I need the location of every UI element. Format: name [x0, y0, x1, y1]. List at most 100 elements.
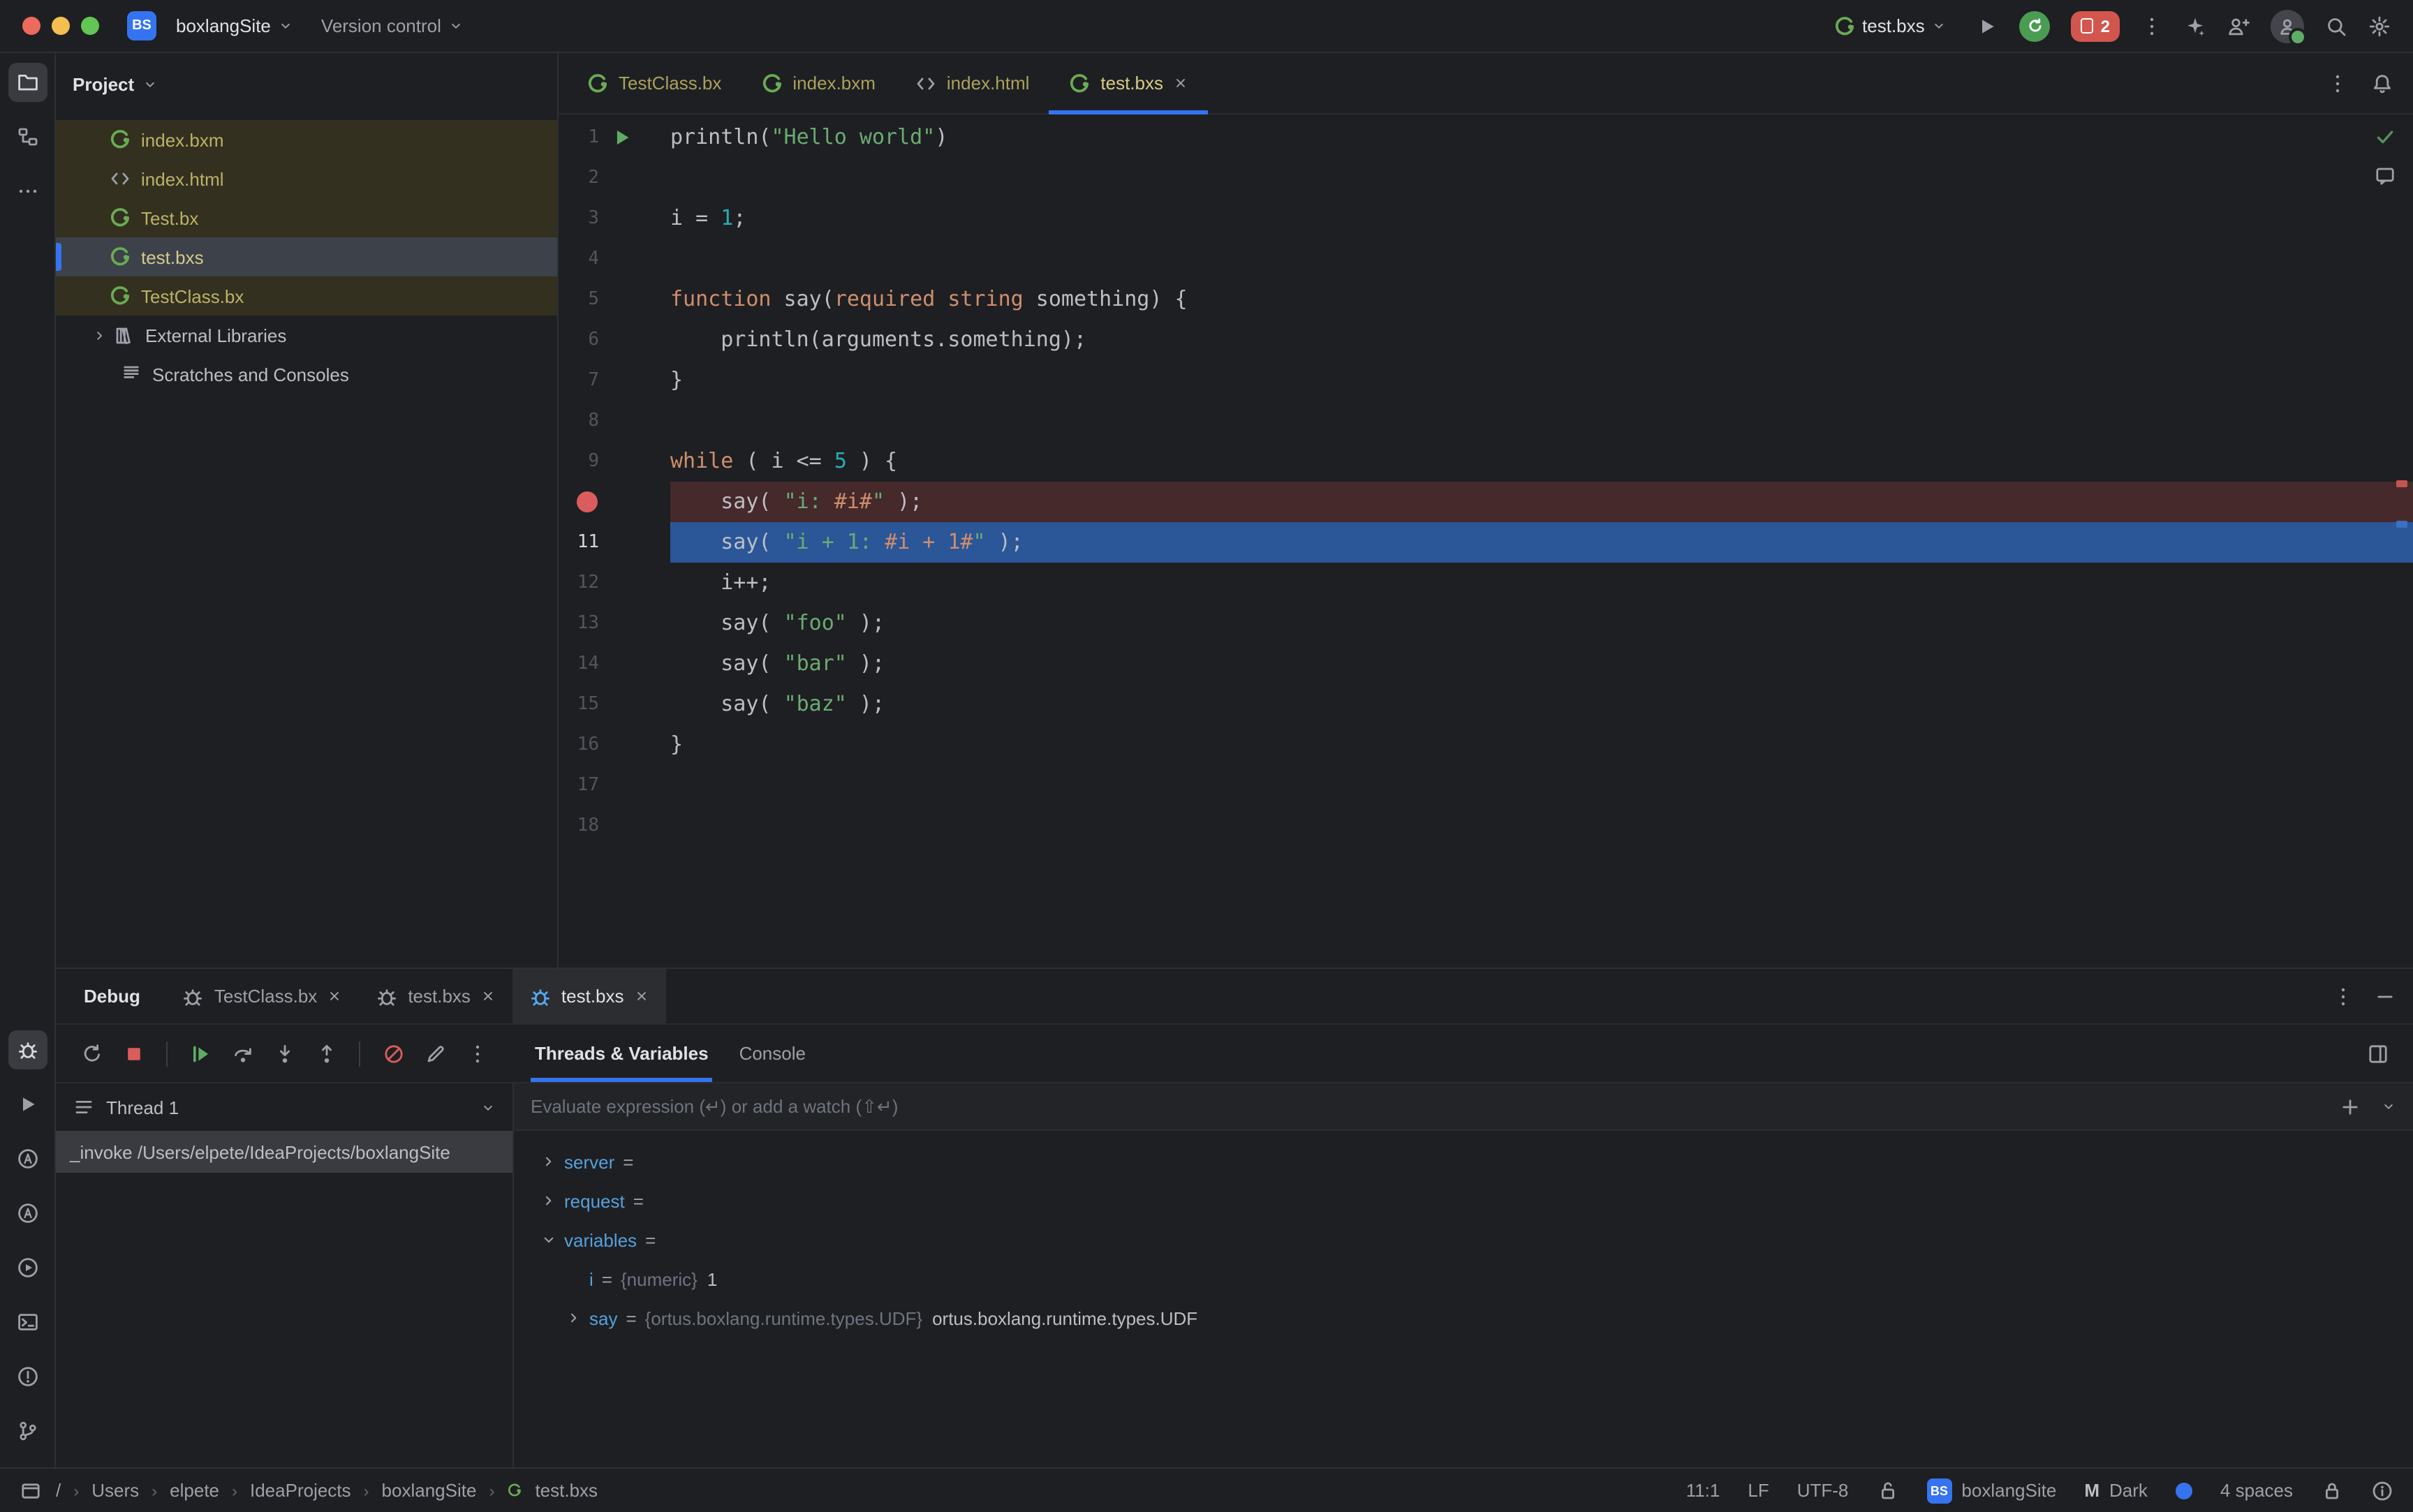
variable-row-variables[interactable]: variables=	[514, 1220, 2413, 1259]
tool-debug-button[interactable]	[8, 1030, 47, 1069]
code-line-15[interactable]: 15 say( "baz" );	[559, 684, 2413, 725]
window-icon[interactable]	[20, 1479, 42, 1502]
debug-tab-TestClass.bx[interactable]: TestClass.bx	[165, 969, 359, 1023]
vcs-menu-button[interactable]: Version control	[313, 10, 472, 42]
run-line-icon[interactable]	[612, 127, 633, 148]
code-line-4[interactable]: 4	[559, 239, 2413, 279]
variable-row-say[interactable]: say={ortus.boxlang.runtime.types.UDF}ort…	[514, 1298, 2413, 1337]
project-item-Test.bx[interactable]: Test.bx	[56, 198, 557, 237]
code-line-13[interactable]: 13 say( "foo" );	[559, 603, 2413, 644]
resume-button[interactable]	[182, 1035, 219, 1072]
tool-more-button[interactable]	[8, 172, 47, 211]
debug-tab-test.bxs[interactable]: test.bxs	[512, 969, 666, 1023]
inspections-ok-icon[interactable]	[2374, 126, 2396, 148]
editor-tab-test.bxs[interactable]: test.bxs	[1049, 53, 1208, 113]
breadcrumb-item[interactable]: /	[56, 1480, 61, 1501]
gutter[interactable]: 13	[559, 603, 670, 644]
breadcrumb-item[interactable]: Users	[91, 1480, 139, 1501]
gutter[interactable]: 18	[559, 806, 670, 846]
tool-run-button[interactable]	[8, 1085, 47, 1124]
chevron-down-icon[interactable]	[2381, 1099, 2396, 1114]
code-line-3[interactable]: 3i = 1;	[559, 198, 2413, 239]
view-tab-threads-variables[interactable]: Threads & Variables	[519, 1025, 724, 1082]
tool-plugin-a-button[interactable]	[8, 1139, 47, 1178]
close-window-button[interactable]	[22, 17, 40, 35]
tool-structure-button[interactable]	[8, 117, 47, 156]
code-line-8[interactable]: 8	[559, 401, 2413, 441]
code-editor[interactable]: 1println("Hello world")23i = 1;45functio…	[559, 114, 2413, 968]
gutter[interactable]: 8	[559, 401, 670, 441]
add-watch-icon[interactable]	[2339, 1095, 2361, 1118]
gutter[interactable]: 14	[559, 644, 670, 684]
code-line-1[interactable]: 1println("Hello world")	[559, 117, 2413, 158]
project-item-external-libraries[interactable]: External Libraries	[56, 316, 557, 355]
tool-plugin-a2-button[interactable]	[8, 1194, 47, 1233]
breakpoint-icon[interactable]	[577, 491, 598, 512]
editor-tab-index.bxm[interactable]: index.bxm	[741, 53, 895, 113]
tool-problems-button[interactable]	[8, 1357, 47, 1396]
gutter[interactable]	[559, 482, 670, 522]
notifications-icon[interactable]	[2371, 1479, 2393, 1502]
breadcrumb-item[interactable]: test.bxs	[535, 1480, 598, 1501]
gutter[interactable]: 5	[559, 279, 670, 320]
tool-services-button[interactable]	[8, 1248, 47, 1287]
project-item-index.bxm[interactable]: index.bxm	[56, 120, 557, 159]
gutter[interactable]: 2	[559, 158, 670, 198]
stack-frame[interactable]: _invoke /Users/elpete/IdeaProjects/boxla…	[56, 1131, 512, 1173]
code-line-2[interactable]: 2	[559, 158, 2413, 198]
evaluate-expression-bar[interactable]: Evaluate expression (↵) or add a watch (…	[514, 1083, 2413, 1131]
thread-selector[interactable]: Thread 1	[56, 1083, 512, 1131]
theme-widget[interactable]: M Dark	[2084, 1480, 2148, 1501]
tool-terminal-button[interactable]	[8, 1303, 47, 1342]
code-line-5[interactable]: 5function say(required string something)…	[559, 279, 2413, 320]
caret-position[interactable]: 11:1	[1686, 1480, 1720, 1501]
run-config-selector[interactable]: test.bxs	[1824, 9, 1956, 43]
gutter[interactable]: 7	[559, 360, 670, 401]
breadcrumb-item[interactable]: elpete	[170, 1480, 219, 1501]
code-line-10[interactable]: say( "i: #i#" );	[559, 482, 2413, 522]
error-stripe-execution-mark[interactable]	[2396, 521, 2407, 528]
step-out-button[interactable]	[307, 1035, 345, 1072]
project-item-test.bxs[interactable]: test.bxs	[56, 237, 557, 276]
variable-row-server[interactable]: server=	[514, 1142, 2413, 1181]
gutter[interactable]: 1	[559, 117, 670, 158]
settings-gear-icon[interactable]	[2368, 15, 2391, 37]
rerun-button[interactable]	[73, 1035, 110, 1072]
mute-breakpoints-button[interactable]	[374, 1035, 412, 1072]
view-tab-console[interactable]: Console	[724, 1025, 821, 1082]
readonly-lock-icon[interactable]	[1876, 1479, 1898, 1502]
debug-running-button[interactable]	[2020, 10, 2051, 41]
search-icon[interactable]	[2325, 15, 2347, 37]
gutter[interactable]: 6	[559, 320, 670, 360]
running-processes-badge[interactable]: 2	[2072, 10, 2120, 41]
editor-tab-index.html[interactable]: index.html	[895, 53, 1049, 113]
gutter[interactable]: 9	[559, 441, 670, 482]
gutter[interactable]: 16	[559, 725, 670, 765]
tool-vcs-button[interactable]	[8, 1411, 47, 1451]
breadcrumb-item[interactable]: boxlangSite	[382, 1480, 477, 1501]
error-stripe-breakpoint-mark[interactable]	[2396, 480, 2407, 487]
code-line-18[interactable]: 18	[559, 806, 2413, 846]
chevron-right-icon[interactable]	[561, 1310, 586, 1326]
close-icon[interactable]	[480, 988, 496, 1004]
status-dot[interactable]	[2176, 1482, 2192, 1499]
variable-row-i[interactable]: i={numeric}1	[514, 1259, 2413, 1298]
hide-panel-button[interactable]	[2374, 985, 2396, 1007]
gutter[interactable]: 12	[559, 563, 670, 603]
variable-row-request[interactable]: request=	[514, 1181, 2413, 1220]
code-line-17[interactable]: 17	[559, 765, 2413, 806]
chevron-right-icon[interactable]	[92, 327, 108, 343]
code-line-16[interactable]: 16}	[559, 725, 2413, 765]
project-panel-header[interactable]: Project	[56, 53, 557, 114]
chevron-right-icon[interactable]	[536, 1153, 561, 1170]
code-line-14[interactable]: 14 say( "bar" );	[559, 644, 2413, 684]
notifications-bell-icon[interactable]	[2371, 72, 2393, 94]
gutter[interactable]: 17	[559, 765, 670, 806]
close-icon[interactable]	[327, 988, 342, 1004]
breadcrumb-item[interactable]: IdeaProjects	[250, 1480, 351, 1501]
chevron-right-icon[interactable]	[536, 1192, 561, 1209]
debug-more-button[interactable]	[458, 1035, 496, 1072]
stop-button[interactable]	[115, 1035, 152, 1072]
chevron-down-icon[interactable]	[536, 1231, 561, 1248]
tab-options-button[interactable]	[2326, 72, 2349, 94]
